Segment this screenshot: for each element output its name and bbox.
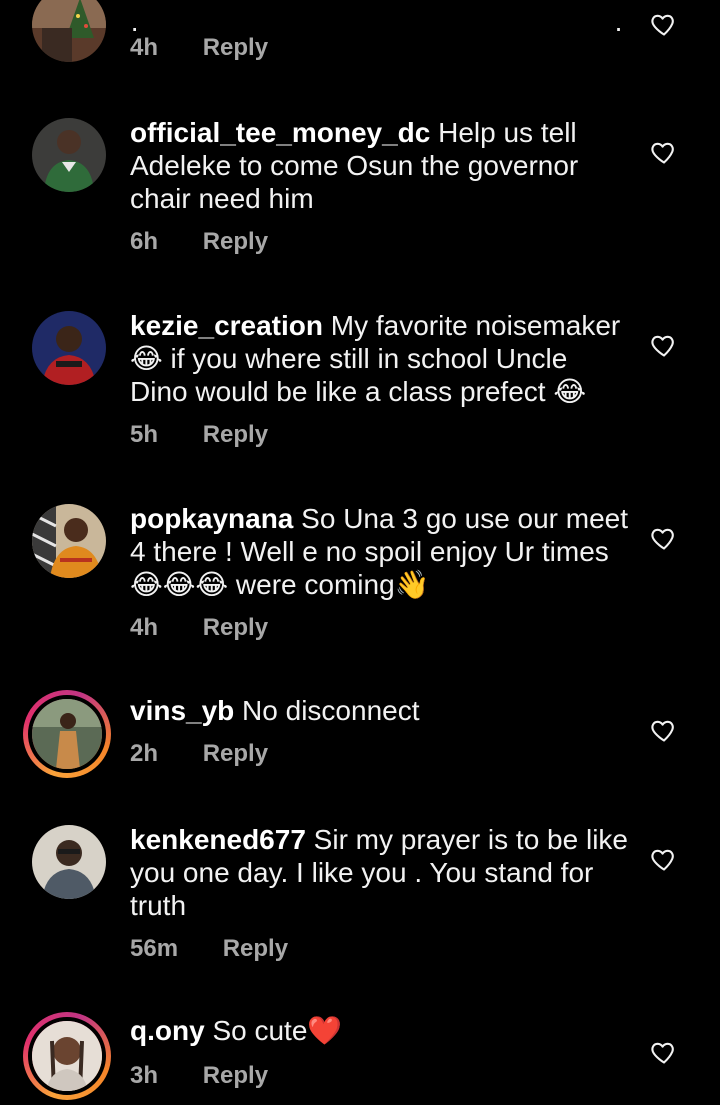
- username[interactable]: kezie_creation: [130, 310, 323, 341]
- comment-text-line: So Una 3 go use our meet: [293, 503, 629, 534]
- heart-outline-icon[interactable]: [650, 10, 678, 38]
- comment-text-line: truth: [130, 890, 187, 921]
- username[interactable]: official_tee_money_dc: [130, 117, 430, 148]
- avatar-image: [31, 504, 106, 578]
- comment-text-line: Dino would be like a class prefect: [130, 376, 554, 407]
- avatar-image: [28, 1017, 106, 1095]
- comment-text-line: My favorite noisemaker: [323, 310, 621, 341]
- timestamp: 4h: [130, 34, 159, 61]
- comment-text-line: were coming: [228, 569, 395, 600]
- comment-text-line: you one day. I like you . You stand for: [130, 857, 594, 888]
- timestamp: 2h: [130, 740, 159, 767]
- comment-text-line: Sir my prayer is to be like: [305, 824, 628, 855]
- comment-meta: 56m Reply: [130, 935, 288, 963]
- comment-text-line: if you where still in school Uncle: [162, 343, 568, 374]
- avatar-image: [28, 695, 106, 773]
- timestamp: 3h: [130, 1062, 159, 1089]
- comment-meta: 3h Reply: [130, 1062, 268, 1090]
- comment-meta: 4h Reply: [130, 614, 268, 642]
- reply-button[interactable]: Reply: [203, 421, 268, 449]
- heart-outline-icon[interactable]: [650, 331, 678, 359]
- username[interactable]: q.ony: [130, 1015, 205, 1046]
- comment-meta: 2h Reply: [130, 740, 268, 768]
- comment-text-line: Help us tell: [430, 117, 577, 148]
- avatar[interactable]: [32, 311, 106, 385]
- reply-button[interactable]: Reply: [203, 34, 268, 62]
- red-heart-emoji: ❤️: [307, 1015, 343, 1046]
- avatar-image: [32, 311, 106, 385]
- reply-button[interactable]: Reply: [203, 740, 268, 768]
- reply-button[interactable]: Reply: [203, 228, 268, 256]
- comment-meta: 5h Reply: [130, 421, 268, 449]
- comment-text-line: 4 there ! Well e no spoil enjoy Ur times: [130, 536, 609, 567]
- username[interactable]: kenkened677: [130, 824, 306, 855]
- laughing-emoji: 😂😂😂: [130, 569, 229, 600]
- comment-text: kenkened677 Sir my prayer is to be like …: [130, 823, 630, 922]
- reply-button[interactable]: Reply: [203, 1062, 268, 1090]
- reply-button[interactable]: Reply: [223, 935, 288, 963]
- timestamp: 56m: [130, 935, 179, 962]
- heart-outline-icon[interactable]: [650, 138, 678, 166]
- avatar[interactable]: [32, 118, 106, 192]
- timestamp: 6h: [130, 228, 159, 255]
- laughing-emoji: 😂: [553, 376, 587, 407]
- heart-outline-icon[interactable]: [650, 845, 678, 873]
- comment-text-line: chair need him: [130, 183, 314, 214]
- heart-outline-icon[interactable]: [650, 716, 678, 744]
- username[interactable]: vins_yb: [130, 695, 234, 726]
- heart-outline-icon[interactable]: [650, 1038, 678, 1066]
- comment-text-line: Adeleke to come Osun the governor: [130, 150, 579, 181]
- comment-text: popkaynana So Una 3 go use our meet 4 th…: [130, 502, 630, 601]
- comment-text: official_tee_money_dc Help us tell Adele…: [130, 116, 630, 215]
- avatar-image: [32, 825, 106, 899]
- comment-meta: 6h Reply: [130, 228, 268, 256]
- reply-button[interactable]: Reply: [203, 614, 268, 642]
- comment-text: kezie_creation My favorite noisemaker 😂 …: [130, 309, 630, 408]
- timestamp: 4h: [130, 614, 159, 641]
- comment-meta: 4h Reply: [130, 34, 268, 62]
- avatar[interactable]: [32, 825, 106, 899]
- comment-text-line: No disconnect: [234, 695, 420, 726]
- comment-text: vins_yb No disconnect: [130, 694, 630, 727]
- heart-outline-icon[interactable]: [650, 524, 678, 552]
- avatar[interactable]: [32, 0, 106, 62]
- timestamp: 5h: [130, 421, 159, 448]
- avatar-image: [32, 118, 106, 192]
- avatar-image: [32, 0, 106, 62]
- laughing-emoji: 😂: [130, 343, 163, 374]
- story-ring-avatar[interactable]: [23, 1012, 111, 1100]
- comment-text-line: So cute: [204, 1015, 308, 1046]
- comment-text: q.ony So cute❤️: [130, 1014, 630, 1047]
- story-ring-avatar[interactable]: [23, 690, 111, 778]
- waving-hand-emoji: 👋: [394, 569, 430, 600]
- username[interactable]: popkaynana: [130, 503, 293, 534]
- avatar[interactable]: [31, 504, 106, 578]
